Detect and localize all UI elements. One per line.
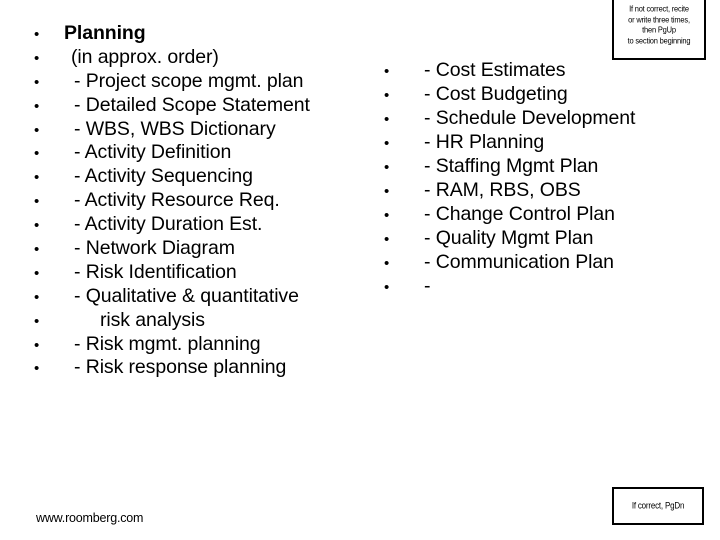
list-item-label: -: [424, 275, 431, 297]
list-item-label: - Cost Budgeting: [424, 83, 568, 105]
bullet-icon: •: [34, 217, 40, 235]
list-item-label: - Qualitative & quantitative: [74, 284, 299, 307]
list-item-label: - Change Control Plan: [424, 203, 615, 225]
bullet-icon: •: [34, 241, 40, 259]
bullet-icon: •: [34, 49, 40, 67]
list-item: • - Activity Duration Est.: [34, 213, 384, 237]
list-item: • - Activity Definition: [34, 141, 384, 165]
footer-url: www.roomberg.com: [36, 511, 144, 525]
list-item: • - Staffing Mgmt Plan: [384, 154, 684, 178]
bullet-icon: •: [384, 231, 390, 248]
bullet-icon: •: [34, 312, 40, 330]
list-item-label: - Quality Mgmt Plan: [424, 227, 594, 249]
bullet-icon: •: [384, 159, 390, 176]
list-item: • - Detailed Scope Statement: [34, 94, 384, 118]
bullet-icon: •: [384, 135, 390, 152]
bullet-icon: •: [384, 111, 390, 128]
list-item: • - Activity Sequencing: [34, 165, 384, 189]
list-item-label: Planning: [64, 22, 146, 44]
list-item-label: - Project scope mgmt. plan: [74, 69, 304, 92]
bullet-icon: •: [34, 264, 40, 282]
list-item: • - Change Control Plan: [384, 202, 684, 226]
bullet-icon: •: [34, 26, 40, 43]
list-item-label: - Communication Plan: [424, 251, 614, 273]
list-item-label: - Network Diagram: [74, 237, 235, 260]
list-item-label: - Staffing Mgmt Plan: [424, 155, 599, 177]
bullet-icon: •: [384, 87, 390, 104]
list-item: • - HR Planning: [384, 130, 684, 154]
note-box-bottom: If correct, PgDn: [612, 487, 704, 525]
list-item: • - Quality Mgmt Plan: [384, 226, 684, 250]
list-item-label: risk analysis: [100, 308, 205, 331]
list-item: • -: [384, 274, 684, 298]
list-item: • Planning: [34, 22, 384, 46]
list-item-label: - Activity Sequencing: [74, 165, 253, 188]
bullet-icon: •: [384, 279, 390, 296]
list-item: • - Project scope mgmt. plan: [34, 70, 384, 94]
bullet-icon: •: [384, 63, 390, 80]
bullet-icon: •: [34, 97, 40, 115]
list-item-label: - Risk Identification: [74, 260, 237, 283]
note-line: to section beginning: [627, 34, 691, 46]
note-line: If correct, PgDn: [631, 499, 685, 511]
list-item-label: - WBS, WBS Dictionary: [74, 117, 276, 140]
bullet-icon: •: [34, 288, 40, 306]
list-item-label: - RAM, RBS, OBS: [424, 179, 581, 201]
list-item-label: - Activity Resource Req.: [74, 189, 280, 212]
list-item-label: - Schedule Development: [424, 107, 636, 129]
bullet-icon: •: [384, 207, 390, 224]
list-item: • (in approx. order): [34, 46, 384, 70]
list-item: • - Risk response planning: [34, 356, 384, 380]
bullet-icon: •: [34, 73, 40, 91]
bullet-icon: •: [384, 255, 390, 272]
list-item: • - Cost Estimates: [384, 58, 684, 82]
list-item: • - Communication Plan: [384, 250, 684, 274]
list-item-label: - Risk mgmt. planning: [74, 332, 261, 355]
list-item: • - Cost Budgeting: [384, 82, 684, 106]
bullet-icon: •: [34, 145, 40, 163]
left-bullet-column: • Planning • (in approx. order) • - Proj…: [34, 22, 384, 380]
list-item: • - WBS, WBS Dictionary: [34, 118, 384, 142]
bullet-icon: •: [34, 336, 40, 354]
list-item: • - RAM, RBS, OBS: [384, 178, 684, 202]
list-item-label: - Activity Definition: [74, 141, 232, 164]
list-item: • - Activity Resource Req.: [34, 189, 384, 213]
slide-canvas: • Planning • (in approx. order) • - Proj…: [0, 0, 720, 540]
right-bullet-column: • - Cost Estimates • - Cost Budgeting • …: [384, 58, 684, 298]
list-item: • - Schedule Development: [384, 106, 684, 130]
bullet-icon: •: [34, 193, 40, 211]
list-item: • - Network Diagram: [34, 237, 384, 261]
bullet-icon: •: [34, 360, 40, 378]
list-item-label: - HR Planning: [424, 131, 545, 153]
list-item: • - Risk mgmt. planning: [34, 333, 384, 357]
list-item: • - Risk Identification: [34, 261, 384, 285]
list-item-label: - Activity Duration Est.: [74, 213, 263, 236]
list-item-label: - Cost Estimates: [424, 59, 566, 81]
list-item-label: - Detailed Scope Statement: [74, 93, 310, 116]
bullet-icon: •: [34, 169, 40, 187]
note-box-top: If not correct, recite or write three ti…: [612, 0, 706, 60]
list-item-label: - Risk response planning: [74, 356, 287, 379]
list-item: • risk analysis: [34, 309, 384, 333]
list-item: • - Qualitative & quantitative: [34, 285, 384, 309]
bullet-icon: •: [384, 183, 390, 200]
bullet-icon: •: [34, 121, 40, 139]
list-item-label: (in approx. order): [71, 45, 219, 68]
